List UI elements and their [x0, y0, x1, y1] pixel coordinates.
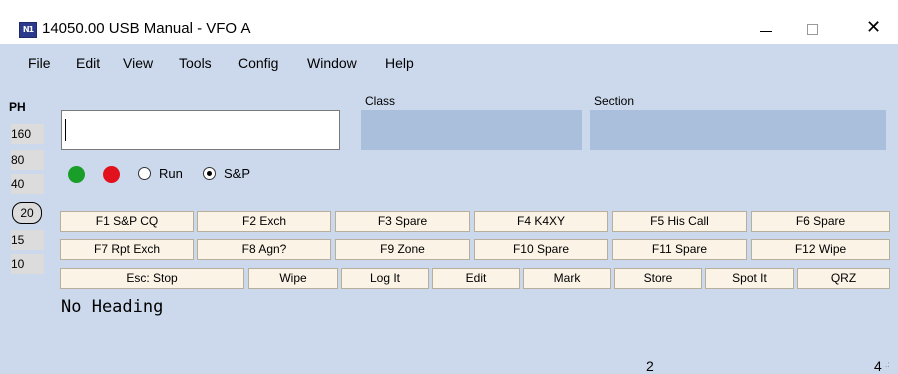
sp-radio-label: S&P [224, 166, 251, 181]
run-radio-label: Run [159, 166, 183, 181]
f4-button[interactable]: F4 K4XY [474, 211, 608, 232]
store-button[interactable]: Store [614, 268, 702, 289]
f5-button[interactable]: F5 His Call [612, 211, 747, 232]
resize-grip-icon[interactable]: .: [885, 361, 895, 372]
title-bar: N1 14050.00 USB Manual - VFO A ✕ [0, 0, 898, 44]
band-selector: PH 160 80 40 20 15 10 [9, 92, 44, 282]
menu-tools[interactable]: Tools [179, 55, 212, 71]
n1mm-logo-icon: N1 [19, 22, 37, 38]
esc-stop-button[interactable]: Esc: Stop [60, 268, 244, 289]
f9-button[interactable]: F9 Zone [335, 239, 470, 260]
close-icon: ✕ [866, 17, 882, 38]
qrz-button[interactable]: QRZ [797, 268, 890, 289]
f11-button[interactable]: F11 Spare [612, 239, 747, 260]
class-label: Class [365, 94, 396, 108]
sp-radio[interactable] [203, 167, 216, 180]
heading-text: No Heading [61, 297, 164, 317]
window-title: 14050.00 USB Manual - VFO A [42, 20, 251, 37]
f3-button[interactable]: F3 Spare [335, 211, 470, 232]
minimize-button[interactable] [744, 14, 790, 44]
menu-file[interactable]: File [28, 55, 51, 71]
menu-bar: File Edit View Tools Config Window Help [0, 53, 898, 75]
callsign-input[interactable] [61, 110, 340, 150]
band-15[interactable]: 15 [11, 230, 44, 250]
close-button[interactable]: ✕ [852, 14, 898, 44]
text-cursor [65, 119, 66, 141]
class-input[interactable] [361, 110, 582, 150]
section-input[interactable] [590, 110, 886, 150]
f1-button[interactable]: F1 S&P CQ [60, 211, 194, 232]
red-status-light [103, 166, 120, 183]
log-it-button[interactable]: Log It [341, 268, 429, 289]
maximize-icon [807, 24, 818, 35]
band-10[interactable]: 10 [11, 254, 44, 274]
menu-edit[interactable]: Edit [76, 55, 100, 71]
mark-button[interactable]: Mark [523, 268, 611, 289]
wipe-button[interactable]: Wipe [248, 268, 338, 289]
edit-button[interactable]: Edit [432, 268, 520, 289]
menu-config[interactable]: Config [238, 55, 278, 71]
f12-button[interactable]: F12 Wipe [751, 239, 890, 260]
entry-window: N1 14050.00 USB Manual - VFO A ✕ File Ed… [0, 0, 898, 374]
band-20[interactable]: 20 [12, 202, 42, 224]
band-160[interactable]: 160 [11, 124, 44, 144]
status-panel-2: 2 [646, 358, 654, 374]
run-radio[interactable] [138, 167, 151, 180]
status-panel-4: 4 [874, 358, 882, 374]
maximize-button[interactable] [790, 14, 836, 44]
menu-window[interactable]: Window [307, 55, 357, 71]
band-40[interactable]: 40 [11, 174, 44, 194]
f7-button[interactable]: F7 Rpt Exch [60, 239, 194, 260]
menu-view[interactable]: View [123, 55, 153, 71]
f6-button[interactable]: F6 Spare [751, 211, 890, 232]
f2-button[interactable]: F2 Exch [197, 211, 331, 232]
minimize-icon [760, 31, 772, 32]
menu-help[interactable]: Help [385, 55, 414, 71]
radio-selected-dot [207, 171, 212, 176]
spot-it-button[interactable]: Spot It [705, 268, 794, 289]
f8-button[interactable]: F8 Agn? [197, 239, 331, 260]
band-80[interactable]: 80 [11, 150, 44, 170]
green-status-light [68, 166, 85, 183]
mode-label: PH [9, 100, 26, 114]
f10-button[interactable]: F10 Spare [474, 239, 608, 260]
section-label: Section [594, 94, 635, 108]
